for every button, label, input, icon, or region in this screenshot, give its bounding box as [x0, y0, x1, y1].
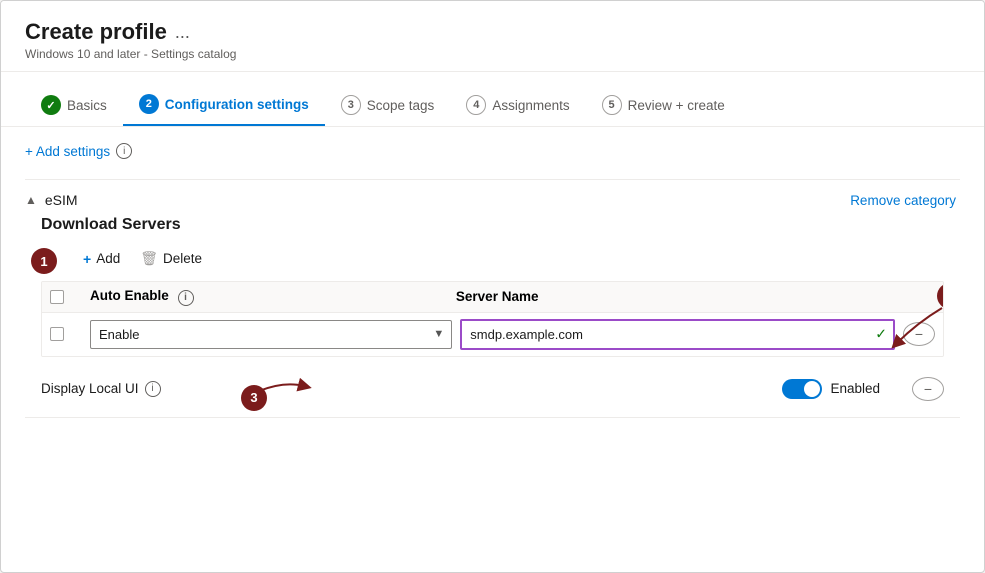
- tab-review-circle: 5: [602, 95, 622, 115]
- header: Create profile ... Windows 10 and later …: [1, 1, 984, 72]
- add-settings-link[interactable]: + Add settings: [25, 144, 110, 159]
- page-title: Create profile: [25, 19, 167, 45]
- display-local-status: Enabled: [830, 381, 880, 396]
- bottom-divider: [25, 417, 960, 418]
- enable-select-wrapper: Enable ▼: [90, 320, 452, 349]
- category-section: ▲ eSIM Remove category Download Servers …: [25, 179, 960, 409]
- display-local-toggle[interactable]: [782, 379, 822, 399]
- page-subtitle: Windows 10 and later - Settings catalog: [25, 47, 960, 61]
- display-local-label: Display Local UI: [41, 381, 139, 396]
- auto-enable-info-icon[interactable]: i: [178, 290, 194, 306]
- tab-basics-label: Basics: [67, 98, 107, 113]
- settings-table: Auto Enable i Server Name: [41, 281, 944, 357]
- annotation-3-arrow: [259, 371, 319, 401]
- category-left: ▲ eSIM: [25, 192, 78, 208]
- annotation-1: 1: [31, 248, 57, 274]
- category-name: eSIM: [45, 192, 78, 208]
- category-chevron-icon[interactable]: ▲: [25, 193, 37, 207]
- tab-basics-circle: ✓: [41, 95, 61, 115]
- tab-assignments-circle: 4: [466, 95, 486, 115]
- tab-scope-circle: 3: [341, 95, 361, 115]
- annotation-3: 3: [241, 385, 267, 411]
- tab-scope-label: Scope tags: [367, 98, 435, 113]
- tab-basics[interactable]: ✓ Basics: [25, 87, 123, 125]
- tab-configuration-circle: 2: [139, 94, 159, 114]
- server-input-wrapper: ✓: [460, 319, 895, 350]
- table-header: Auto Enable i Server Name: [42, 282, 943, 313]
- tab-review[interactable]: 5 Review + create: [586, 87, 741, 125]
- add-label: Add: [96, 251, 120, 266]
- section-title: Download Servers: [41, 216, 960, 234]
- server-name-input[interactable]: [460, 319, 895, 350]
- header-checkbox[interactable]: [50, 290, 64, 304]
- tab-assignments[interactable]: 4 Assignments: [450, 87, 585, 125]
- window: Create profile ... Windows 10 and later …: [0, 0, 985, 573]
- more-options-button[interactable]: ...: [175, 22, 190, 43]
- display-local-row: Display Local UI i 3: [41, 369, 944, 409]
- display-local-right: 3: [782, 377, 944, 401]
- tab-scope[interactable]: 3 Scope tags: [325, 87, 451, 125]
- toggle-wrapper: 3: [782, 379, 880, 399]
- col-check-header: [50, 290, 82, 304]
- enable-select[interactable]: Enable: [90, 320, 452, 349]
- content-area: + Add settings i ▲ eSIM Remove category …: [1, 127, 984, 434]
- delete-icon: 🗑: [140, 250, 158, 267]
- add-settings-info-icon[interactable]: i: [116, 143, 132, 159]
- tab-assignments-label: Assignments: [492, 98, 569, 113]
- toggle-knob: [804, 381, 820, 397]
- plus-icon: +: [83, 251, 91, 267]
- delete-button[interactable]: 🗑 Delete: [138, 246, 204, 271]
- col-server-name-header: Server Name: [456, 289, 895, 304]
- delete-label: Delete: [163, 251, 202, 266]
- display-local-info-icon[interactable]: i: [145, 381, 161, 397]
- toolbar: + Add 🗑 Delete: [41, 246, 944, 271]
- tab-review-label: Review + create: [628, 98, 725, 113]
- remove-display-local-button[interactable]: −: [912, 377, 944, 401]
- row-checkbox-wrapper: [50, 327, 82, 341]
- add-settings-row: + Add settings i: [25, 143, 960, 159]
- category-header: ▲ eSIM Remove category: [25, 192, 960, 208]
- row-checkbox[interactable]: [50, 327, 64, 341]
- tab-configuration[interactable]: 2 Configuration settings: [123, 86, 325, 126]
- server-input-check-icon: ✓: [875, 326, 887, 343]
- tab-configuration-label: Configuration settings: [165, 97, 309, 112]
- annotations-area: 1 + Add 🗑 Delete: [25, 246, 960, 409]
- table-row: Enable ▼ ✓ − 2: [42, 313, 943, 356]
- col-auto-enable-header: Auto Enable i: [90, 288, 456, 306]
- remove-category-button[interactable]: Remove category: [850, 193, 960, 208]
- tabs-bar: ✓ Basics 2 Configuration settings 3 Scop…: [1, 72, 984, 127]
- display-local-left: Display Local UI i: [41, 381, 161, 397]
- add-button[interactable]: + Add: [81, 247, 122, 271]
- remove-row-button[interactable]: −: [903, 322, 935, 346]
